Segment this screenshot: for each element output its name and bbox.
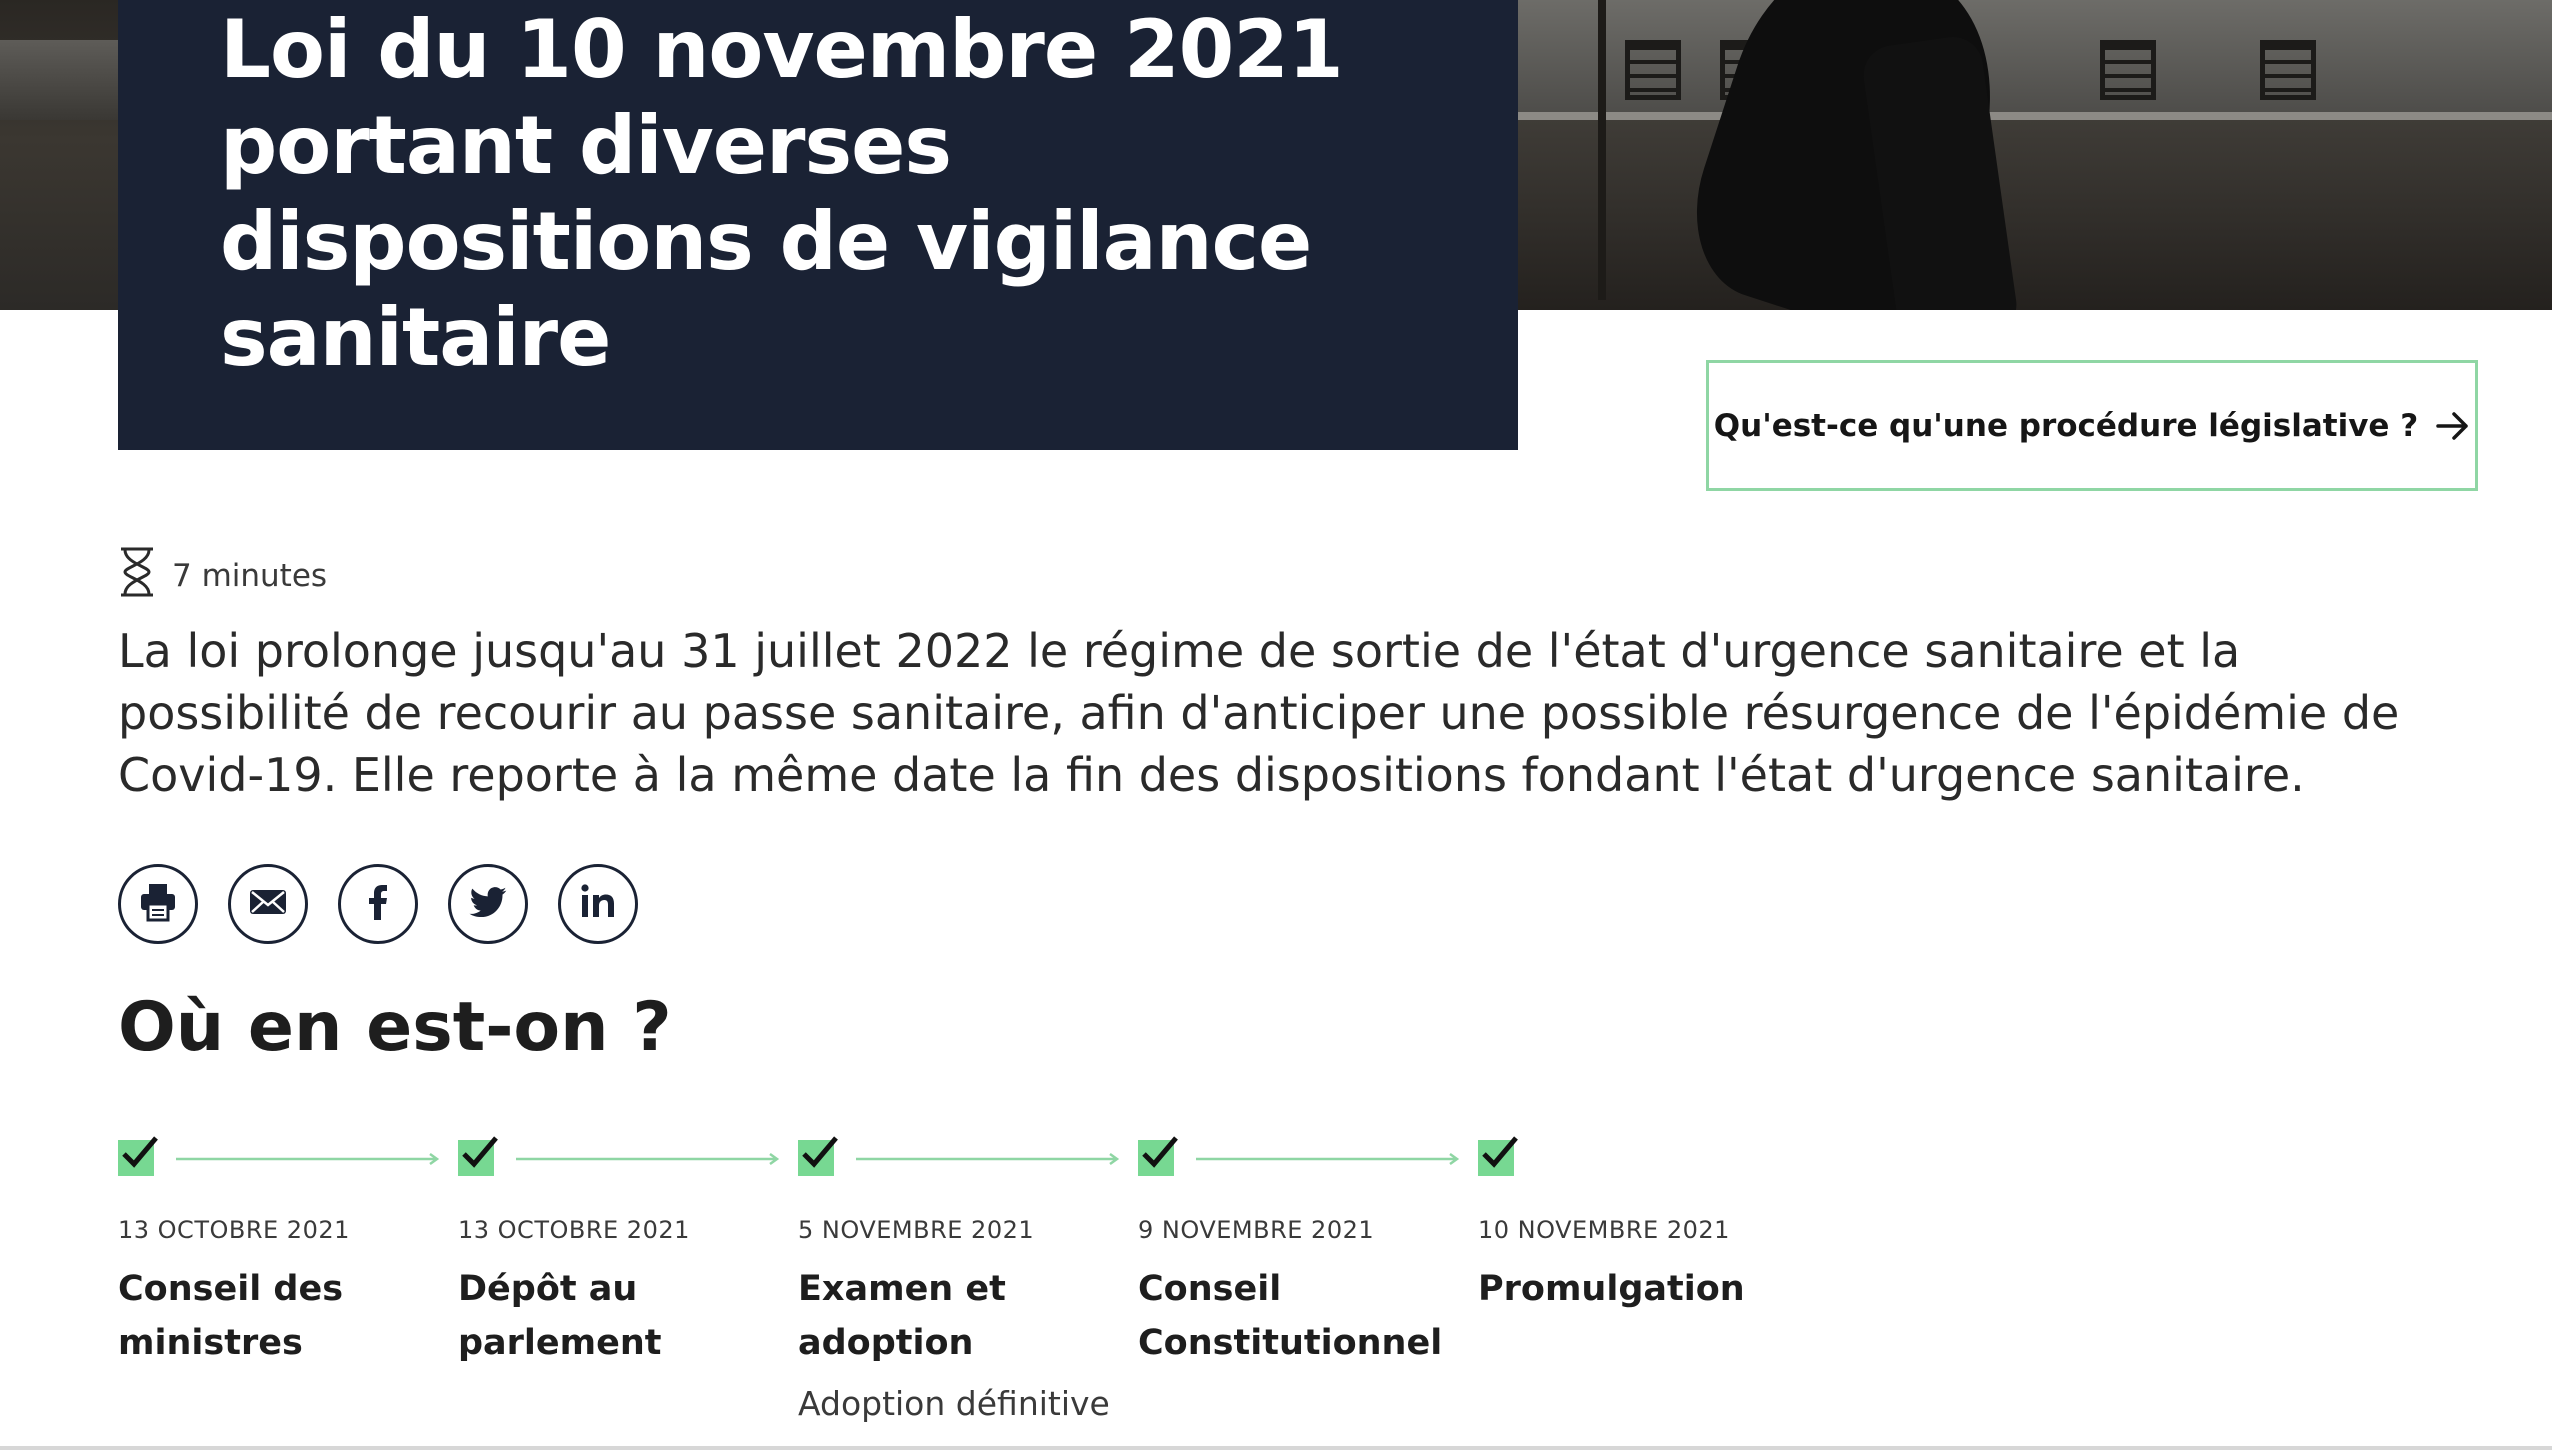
- checkmark-icon: [798, 1136, 838, 1176]
- step-title: Examen et adoption: [798, 1262, 1128, 1370]
- timeline-step: 13 OCTOBRE 2021 Conseil des ministres: [118, 1136, 448, 1370]
- share-linkedin-button[interactable]: [558, 864, 638, 944]
- title-block: Loi du 10 novembre 2021 portant diverses…: [118, 0, 1518, 450]
- checkmark-icon: [1478, 1136, 1518, 1176]
- share-print-button[interactable]: [118, 864, 198, 944]
- hero-sea-left: [0, 40, 118, 120]
- step-title-line: Examen et: [798, 1269, 1006, 1309]
- arrow-right-icon: [856, 1153, 1120, 1165]
- step-title-line: adoption: [798, 1323, 974, 1363]
- step-title-line: Constitutionnel: [1138, 1323, 1443, 1363]
- step-title-line: Dépôt au: [458, 1269, 638, 1309]
- step-title-line: ministres: [118, 1323, 303, 1363]
- checkmark-icon: [1138, 1136, 1178, 1176]
- step-title-line: parlement: [458, 1323, 662, 1363]
- procedure-info-button[interactable]: Qu'est-ce qu'une procédure législative ?: [1706, 360, 2478, 491]
- page-title: Loi du 10 novembre 2021 portant diverses…: [220, 3, 1344, 384]
- step-date: 13 OCTOBRE 2021: [118, 1216, 350, 1244]
- arrow-right-icon: [1196, 1153, 1460, 1165]
- checkmark-icon: [118, 1136, 158, 1176]
- step-date: 13 OCTOBRE 2021: [458, 1216, 690, 1244]
- step-title-line: Promulgation: [1478, 1269, 1745, 1309]
- hero-promenade: [1500, 120, 2552, 310]
- step-title-line: Conseil: [1138, 1269, 1282, 1309]
- hero-chair: [1625, 40, 1681, 100]
- step-date: 10 NOVEMBRE 2021: [1478, 1216, 1730, 1244]
- step-subtitle: Adoption définitive: [798, 1384, 1110, 1423]
- timeline-step: 5 NOVEMBRE 2021 Examen et adoption Adopt…: [798, 1136, 1128, 1423]
- step-date: 9 NOVEMBRE 2021: [1138, 1216, 1375, 1244]
- email-icon: [246, 880, 290, 929]
- reading-time-label: 7 minutes: [172, 558, 328, 594]
- print-icon: [136, 880, 180, 929]
- share-twitter-button[interactable]: [448, 864, 528, 944]
- timeline-step: 13 OCTOBRE 2021 Dépôt au parlement: [458, 1136, 788, 1370]
- arrow-right-icon: [516, 1153, 780, 1165]
- twitter-icon: [466, 880, 510, 929]
- hero-post: [1598, 0, 1606, 300]
- step-title: Promulgation: [1478, 1262, 1808, 1316]
- hero-chair: [2260, 40, 2316, 100]
- section-title: Où en est-on ?: [118, 988, 672, 1067]
- procedure-info-label: Qu'est-ce qu'une procédure législative ?: [1713, 407, 2419, 444]
- step-title: Conseil des ministres: [118, 1262, 448, 1370]
- step-title: Conseil Constitutionnel: [1138, 1262, 1468, 1370]
- share-facebook-button[interactable]: [338, 864, 418, 944]
- arrow-right-icon: [2436, 411, 2470, 441]
- lead-paragraph: La loi prolonge jusqu'au 31 juillet 2022…: [118, 624, 2400, 802]
- hero-chair: [2100, 40, 2156, 100]
- hourglass-icon: [118, 547, 156, 605]
- timeline-step: 10 NOVEMBRE 2021 Promulgation: [1478, 1136, 1808, 1316]
- procedure-timeline: 13 OCTOBRE 2021 Conseil des ministres 13…: [118, 1136, 2518, 1450]
- share-email-button[interactable]: [228, 864, 308, 944]
- linkedin-icon: [576, 880, 620, 929]
- divider: [0, 1446, 2552, 1450]
- step-date: 5 NOVEMBRE 2021: [798, 1216, 1035, 1244]
- reading-time: 7 minutes: [118, 547, 328, 605]
- step-title: Dépôt au parlement: [458, 1262, 788, 1370]
- share-bar: [118, 864, 638, 944]
- facebook-icon: [356, 880, 400, 929]
- step-title-line: Conseil des: [118, 1269, 344, 1309]
- arrow-right-icon: [176, 1153, 440, 1165]
- checkmark-icon: [458, 1136, 498, 1176]
- timeline-step: 9 NOVEMBRE 2021 Conseil Constitutionnel: [1138, 1136, 1468, 1370]
- hero-railing: [1500, 112, 2552, 120]
